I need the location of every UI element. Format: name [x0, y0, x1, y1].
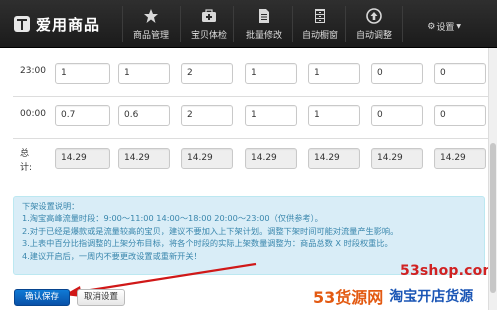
star-icon	[143, 8, 159, 24]
up-arrow-circle-icon	[366, 8, 382, 24]
medkit-icon	[201, 8, 217, 24]
scrollbar-thumb[interactable]	[490, 143, 496, 293]
brand[interactable]: 爱用商品	[14, 14, 100, 34]
total-value: 14.29	[118, 148, 170, 169]
weight-input[interactable]: 0	[434, 63, 486, 84]
nav-item-label: 商品管理	[132, 31, 169, 41]
watermark-site-name: 53货源网	[313, 288, 384, 307]
nav-divider	[122, 6, 123, 42]
nav-item-checkup[interactable]: 宝贝体检	[182, 0, 236, 48]
settings-menu[interactable]: ⚙ 设置 ▼	[427, 20, 461, 34]
nav-item-auto-adjust[interactable]: 自动调整	[347, 0, 401, 48]
nav-divider	[292, 6, 293, 42]
weight-input[interactable]: 1	[245, 63, 297, 84]
total-value: 14.29	[308, 148, 360, 169]
nav-divider	[402, 6, 403, 42]
instruction-line: 2.对于已经是爆款或是流量较高的宝贝，建议不要加入上下架计划。调整下架时间可能对…	[22, 225, 399, 236]
time-label: 00:00	[20, 109, 46, 119]
top-navbar: 爱用商品 商品管理 宝贝体检 批量修改 自动橱窗 自动调整 ⚙ 设置 ▼	[0, 0, 497, 48]
weight-input[interactable]: 2	[181, 63, 233, 84]
table-row: 00:00 0.7 0.6 2 1 1 0 0	[13, 96, 488, 138]
brand-title: 爱用商品	[36, 15, 101, 34]
vertical-scrollbar[interactable]	[488, 48, 497, 310]
watermark-url: 53shop.com	[400, 263, 497, 279]
document-icon	[256, 8, 272, 24]
total-value: 14.29	[434, 148, 486, 169]
nav-item-batch-edit[interactable]: 批量修改	[235, 0, 293, 48]
weight-input[interactable]: 0.7	[55, 105, 110, 126]
shopping-bag-icon	[14, 16, 30, 32]
weight-input[interactable]: 2	[181, 105, 233, 126]
nav-item-auto-showcase[interactable]: 自动橱窗	[294, 0, 346, 48]
weight-input[interactable]: 1	[308, 63, 360, 84]
caret-down-icon: ▼	[456, 23, 461, 30]
weight-input[interactable]: 0	[371, 63, 423, 84]
nav-divider	[233, 6, 234, 42]
nav-divider	[180, 6, 181, 42]
weight-input[interactable]: 0	[371, 105, 423, 126]
instruction-line: 1.淘宝高峰流量时段：9:00～11:00 14:00～18:00 20:00～…	[22, 213, 323, 224]
weight-input[interactable]: 1	[308, 105, 360, 126]
cancel-settings-button[interactable]: 取消设置	[77, 289, 125, 306]
total-value: 14.29	[55, 148, 110, 169]
nav-item-products[interactable]: 商品管理	[124, 0, 178, 48]
table-row: 23:00 1 1 2 1 1 0 0	[13, 57, 488, 97]
total-value: 14.29	[245, 148, 297, 169]
weight-input[interactable]: 1	[245, 105, 297, 126]
instruction-line: 3.上表中百分比指调整的上架分布目标，将各个时段的实际上架数量调整为：商品总数 …	[22, 238, 393, 249]
settings-label: 设置	[436, 23, 455, 33]
confirm-save-button[interactable]: 确认保存	[14, 289, 70, 306]
weight-input[interactable]: 0	[434, 105, 486, 126]
nav-item-label: 宝贝体检	[190, 31, 227, 41]
weight-input[interactable]: 0.6	[118, 105, 170, 126]
instructions-title: 下架设置说明：	[22, 201, 80, 211]
gear-icon: ⚙	[427, 21, 436, 32]
total-value: 14.29	[371, 148, 423, 169]
cabinet-icon	[312, 8, 328, 24]
nav-divider	[345, 6, 346, 42]
weight-input[interactable]: 1	[118, 63, 170, 84]
nav-item-label: 自动橱窗	[301, 31, 338, 41]
watermark-brand: 53货源网 淘宝开店货源	[313, 284, 473, 308]
total-label: 总计:	[20, 149, 33, 173]
table-row-total: 总计: 14.29 14.29 14.29 14.29 14.29 14.29 …	[13, 138, 488, 182]
watermark-tagline: 淘宝开店货源	[389, 289, 474, 305]
nav-item-label: 批量修改	[245, 31, 282, 41]
time-label: 23:00	[20, 66, 46, 76]
instruction-line: 4.建议开启后，一周内不要更改设置或重新开关！	[22, 250, 202, 261]
total-value: 14.29	[181, 148, 233, 169]
weight-input[interactable]: 1	[55, 63, 110, 84]
nav-item-label: 自动调整	[355, 31, 392, 41]
